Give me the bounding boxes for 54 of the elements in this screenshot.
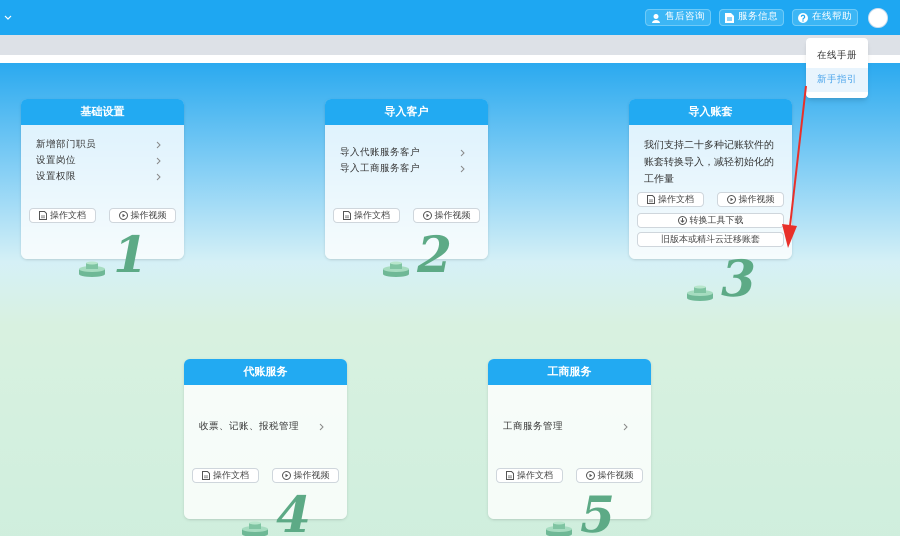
- person-icon: [651, 12, 661, 22]
- card-button[interactable]: 操作文档: [333, 208, 400, 223]
- pedestal-drawing: [685, 285, 716, 301]
- chevron-down-icon[interactable]: [4, 14, 12, 20]
- play-icon: [118, 211, 128, 220]
- card-menu-item[interactable]: 工商服务管理: [503, 419, 636, 435]
- card-menu-item[interactable]: 导入工商服务客户: [340, 161, 473, 177]
- step-number: 3: [721, 257, 756, 301]
- card-title: 基础设置: [21, 99, 184, 125]
- chevron-right-icon: [319, 423, 324, 431]
- play-icon: [586, 471, 594, 480]
- play-icon: [282, 471, 290, 480]
- help-icon: [798, 12, 808, 22]
- document-icon: [647, 195, 655, 204]
- card-button[interactable]: 操作文档: [192, 468, 259, 483]
- card-title: 导入客户: [325, 99, 488, 125]
- pedestal-drawing: [544, 521, 574, 536]
- card-button[interactable]: 操作文档: [496, 468, 563, 483]
- pedestal-drawing: [77, 261, 108, 277]
- play-icon: [726, 195, 736, 204]
- card-description: 我们支持二十多种记账软件的账套转换导入，减轻初始化的工作量: [644, 138, 775, 187]
- step-number: 5: [580, 493, 615, 536]
- card-button[interactable]: 操作视频: [717, 192, 784, 207]
- step-number: 2: [417, 233, 452, 277]
- avatar[interactable]: [868, 8, 888, 28]
- pedestal-drawing: [381, 261, 412, 277]
- document-icon: [725, 12, 734, 22]
- card-menu-item[interactable]: 设置岗位: [36, 153, 169, 169]
- chevron-right-icon: [623, 423, 628, 431]
- card-button[interactable]: 旧版本或精斗云迁移账套: [637, 232, 784, 247]
- pedestal-drawing: [240, 521, 270, 536]
- card-button[interactable]: 操作视频: [576, 468, 643, 483]
- card-button[interactable]: 操作视频: [413, 208, 480, 223]
- card-button[interactable]: 操作视频: [109, 208, 176, 223]
- download-icon: [678, 216, 686, 225]
- document-icon: [202, 471, 210, 480]
- card-menu-item[interactable]: 新增部门职员: [36, 137, 169, 153]
- card-menu-item[interactable]: 导入代账服务客户: [340, 145, 473, 161]
- card-button[interactable]: 操作视频: [272, 468, 339, 483]
- document-icon: [343, 211, 351, 220]
- document-icon: [39, 211, 47, 220]
- document-icon: [506, 471, 514, 480]
- play-icon: [422, 211, 432, 220]
- step-number: 4: [276, 493, 311, 536]
- card-button[interactable]: 转换工具下载: [637, 213, 784, 228]
- step-number: 1: [113, 233, 148, 277]
- card-button[interactable]: 操作文档: [637, 192, 704, 207]
- card-button[interactable]: 操作文档: [29, 208, 96, 223]
- card-title: 代账服务: [184, 359, 347, 385]
- card-title: 导入账套: [629, 99, 792, 125]
- card-menu-item[interactable]: 收票、记账、报税管理: [199, 419, 332, 435]
- dropdown-item[interactable]: 在线手册: [806, 44, 868, 68]
- card-title: 工商服务: [488, 359, 651, 385]
- card-menu-item[interactable]: 设置权限: [36, 169, 169, 185]
